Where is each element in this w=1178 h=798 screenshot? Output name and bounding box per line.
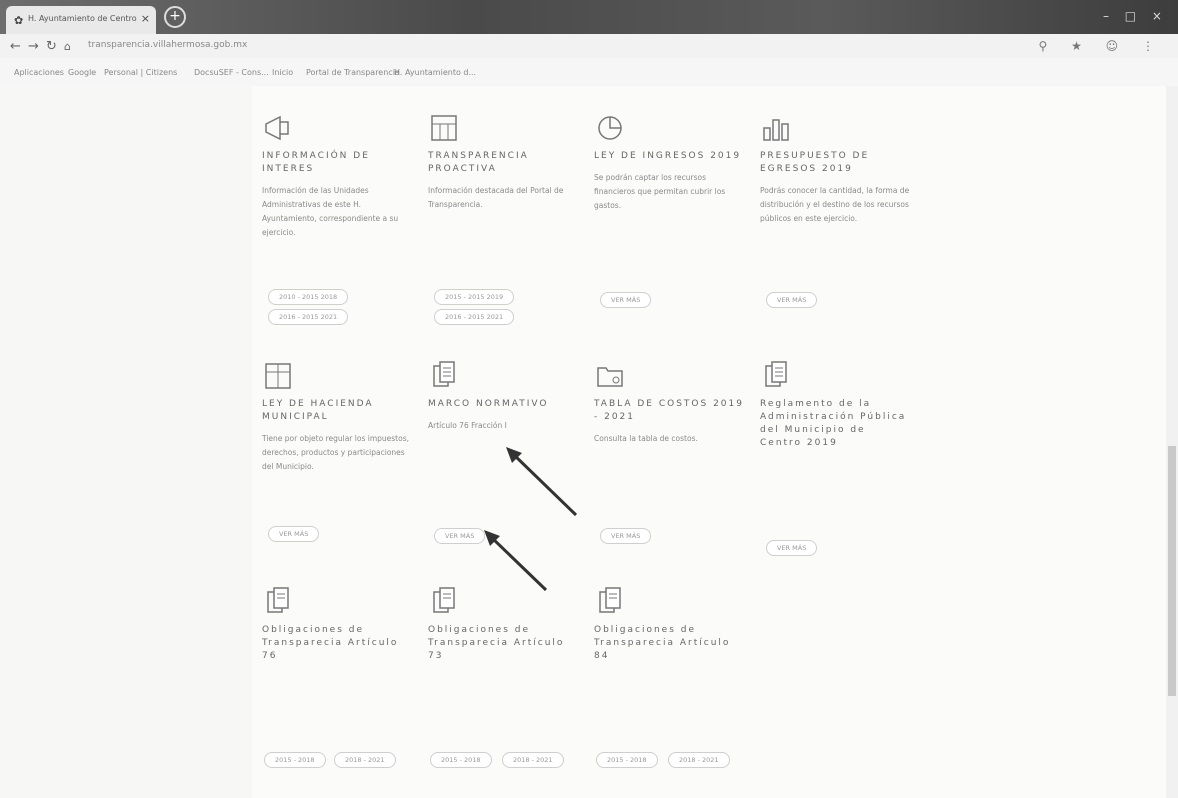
annotation-arrow (484, 530, 548, 592)
bookmark-item[interactable]: Personal | Citizens (104, 68, 177, 77)
ver-mas-button[interactable]: VER MÁS (600, 292, 652, 308)
annotation-arrow (506, 447, 578, 517)
card-description: Se podrán captar los recursos financiero… (594, 173, 726, 210)
card-title: LEY DE HACIENDA MUNICIPAL (262, 399, 374, 422)
documents-icon (433, 587, 455, 613)
card-ley-ingresos: LEY DE INGRESOS 2019 Se podrán captar lo… (594, 112, 744, 213)
bookmarks-bar: Aplicaciones Google Personal | Citizens … (0, 58, 1178, 86)
period-button[interactable]: 2015 - 2018 (430, 752, 492, 768)
card-title: TABLA DE COSTOS 2019 - 2021 (594, 399, 744, 422)
card-title: LEY DE INGRESOS 2019 (594, 151, 742, 161)
card-title: INFORMACIÓN DE INTERES (262, 151, 370, 174)
bookmark-item[interactable]: Aplicaciones (14, 68, 64, 77)
card-description: Podrás conocer la cantidad, la forma de … (760, 186, 910, 223)
period-button[interactable]: 2018 - 2021 (502, 752, 564, 768)
documents-icon (599, 587, 621, 613)
scrollbar[interactable] (1166, 86, 1178, 798)
card-description: Consulta la tabla de costos. (594, 434, 698, 443)
card-transparencia-proactiva: TRANSPARENCIA PROACTIVA Información dest… (428, 112, 578, 212)
card-marco-normativo: MARCO NORMATIVO Artículo 76 Fracción I (428, 360, 578, 433)
browser-tab-bar: ✿ H. Ayuntamiento de Centro 2017 - 2021 … (0, 0, 1178, 34)
card-description: Información destacada del Portal de Tran… (428, 186, 564, 209)
home-icon[interactable]: ⌂ (64, 40, 71, 53)
reload-icon[interactable]: ↻ (46, 39, 57, 54)
tab-title: H. Ayuntamiento de Centro 2017 - 2021 (28, 14, 138, 23)
period-button[interactable]: 2016 - 2015 2021 (434, 309, 515, 325)
card-informacion-interes: INFORMACIÓN DE INTERES Información de la… (262, 112, 412, 240)
period-button[interactable]: 2018 - 2021 (334, 752, 396, 768)
browser-actions[interactable]: ⚲ ★ ☺ ⋮ (1039, 39, 1165, 53)
url-field[interactable]: transparencia.villahermosa.gob.mx (88, 40, 247, 50)
card-title: Obligaciones de Transparecia Artículo 76 (262, 625, 399, 661)
left-margin (0, 86, 252, 798)
period-button[interactable]: 2010 - 2015 2018 (268, 289, 349, 305)
ver-mas-button[interactable]: VER MÁS (766, 292, 818, 308)
bar-chart-icon (763, 119, 789, 141)
scrollbar-thumb[interactable] (1168, 446, 1176, 696)
card-presupuesto-egresos: PRESUPUESTO DE EGRESOS 2019 Podrás conoc… (760, 112, 910, 226)
card-description: Información de las Unidades Administrati… (262, 186, 399, 237)
card-obligaciones-73: Obligaciones de Transparecia Artículo 73 (428, 586, 578, 663)
bookmark-item[interactable]: DocsuSEF - Cons... (194, 68, 269, 77)
card-title: Obligaciones de Transparecia Artículo 73 (428, 625, 565, 661)
card-title: MARCO NORMATIVO (428, 399, 549, 409)
documents-icon (267, 587, 289, 613)
ver-mas-button[interactable]: VER MÁS (268, 526, 320, 542)
card-title: Reglamento de la Administración Pública … (760, 399, 907, 448)
card-obligaciones-84: Obligaciones de Transparecia Artículo 84 (594, 586, 744, 663)
megaphone-icon (265, 115, 289, 141)
bookmark-item[interactable]: Inicio (272, 68, 293, 77)
card-obligaciones-76: Obligaciones de Transparecia Artículo 76 (262, 586, 412, 663)
address-bar: ← → ↻ ⌂ transparencia.villahermosa.gob.m… (0, 34, 1178, 58)
calendar-grid-icon (431, 115, 457, 141)
bookmark-item[interactable]: H. Ayuntamiento d... (394, 68, 476, 77)
period-button[interactable]: 2015 - 2018 (264, 752, 326, 768)
card-tabla-costos: TABLA DE COSTOS 2019 - 2021 Consulta la … (594, 360, 744, 446)
folder-icon (597, 367, 623, 387)
bookmark-item[interactable]: Portal de Transparencia (306, 68, 400, 77)
ver-mas-button[interactable]: VER MÁS (766, 540, 818, 556)
card-title: TRANSPARENCIA PROACTIVA (428, 151, 529, 174)
browser-tab[interactable]: ✿ H. Ayuntamiento de Centro 2017 - 2021 … (6, 6, 156, 34)
calendar-grid-icon (265, 363, 291, 389)
card-title: Obligaciones de Transparecia Artículo 84 (594, 625, 731, 661)
card-reglamento: Reglamento de la Administración Pública … (760, 360, 910, 450)
card-description: Tiene por objeto regular los impuestos, … (262, 434, 409, 471)
documents-icon (765, 361, 787, 387)
card-description: Artículo 76 Fracción I (428, 421, 507, 430)
card-title: PRESUPUESTO DE EGRESOS 2019 (760, 151, 870, 174)
ver-mas-button[interactable]: VER MÁS (600, 528, 652, 544)
forward-icon[interactable]: → (28, 39, 39, 54)
favicon-icon: ✿ (14, 14, 24, 27)
documents-icon (433, 361, 455, 387)
window-controls[interactable]: – □ × (1103, 9, 1168, 23)
close-tab-icon[interactable]: × (141, 12, 150, 25)
period-button[interactable]: 2016 - 2015 2021 (268, 309, 349, 325)
period-button[interactable]: 2018 - 2021 (668, 752, 730, 768)
back-icon[interactable]: ← (10, 39, 21, 54)
pie-chart-icon (598, 116, 622, 140)
period-button[interactable]: 2015 - 2018 (596, 752, 658, 768)
card-ley-hacienda: LEY DE HACIENDA MUNICIPAL Tiene por obje… (262, 360, 412, 474)
new-tab-button[interactable]: + (164, 6, 186, 28)
bookmark-item[interactable]: Google (68, 68, 96, 77)
period-button[interactable]: 2015 - 2015 2019 (434, 289, 515, 305)
